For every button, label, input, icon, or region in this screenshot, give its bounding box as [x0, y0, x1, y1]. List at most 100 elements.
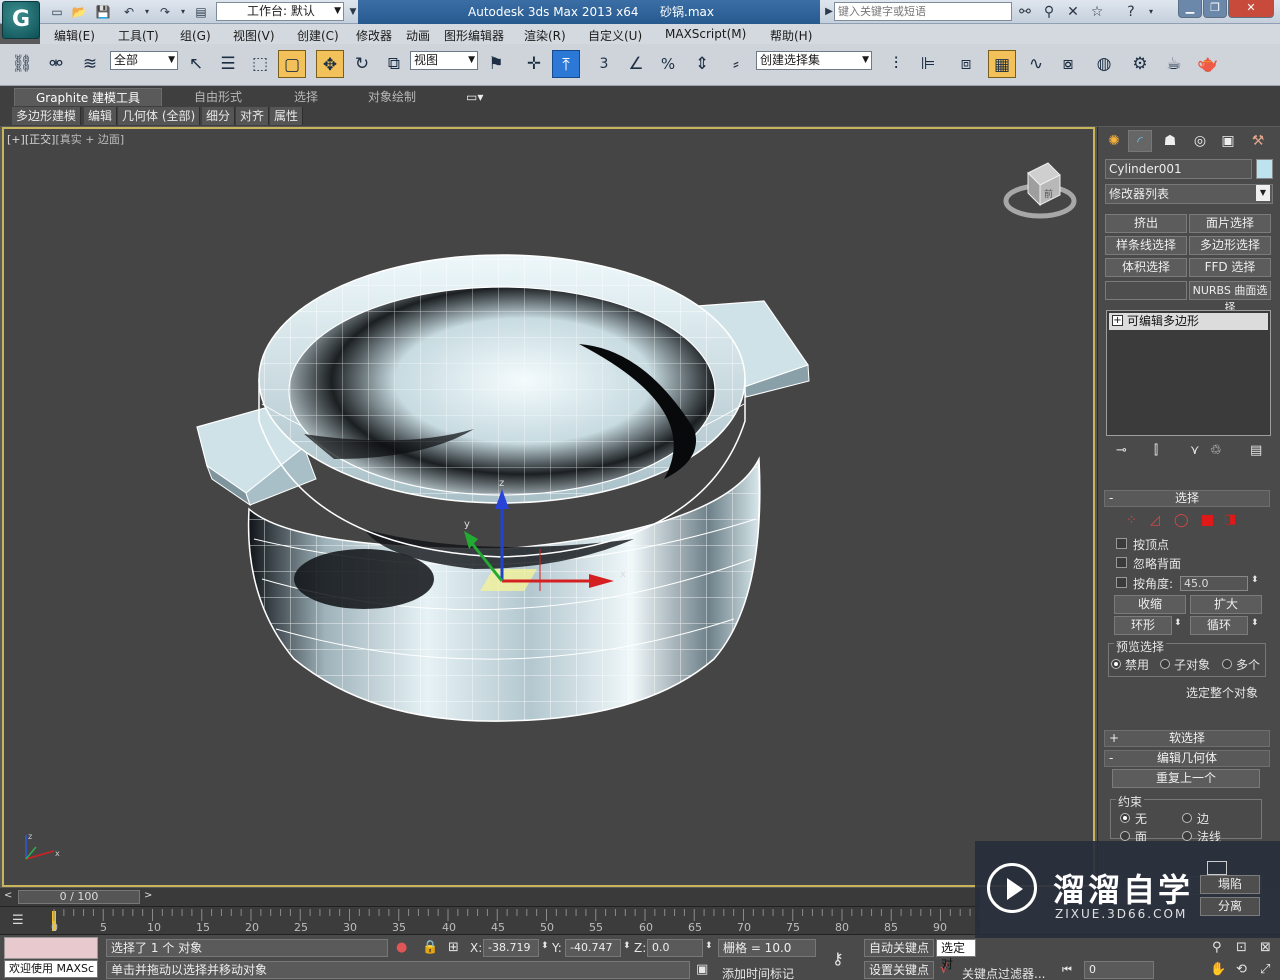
angle-snap-icon[interactable]: ∠	[622, 50, 650, 78]
detach-button[interactable]: 分离	[1200, 897, 1260, 916]
selection-filter-dropdown[interactable]: 全部 ▼	[110, 51, 178, 70]
ignore-backfacing-checkbox[interactable]	[1116, 557, 1127, 568]
material-editor-icon[interactable]: ◍	[1090, 50, 1118, 78]
volume-select-button[interactable]: 体积选择	[1105, 258, 1187, 277]
time-config-icon[interactable]: ⏮	[1062, 963, 1072, 977]
patch-select-button[interactable]: 面片选择	[1189, 214, 1271, 233]
make-unique-icon[interactable]: ⋎	[1190, 443, 1200, 458]
menu-view[interactable]: 视图(V)	[233, 27, 275, 44]
shrink-button[interactable]: 收缩	[1114, 595, 1186, 614]
help-dropdown-icon[interactable]: ▾	[1142, 3, 1160, 21]
set-key-icon[interactable]: ⚷	[832, 949, 844, 968]
constraint-none-radio[interactable]	[1120, 813, 1130, 823]
subtab-subdivision[interactable]: 细分	[202, 107, 236, 125]
set-key-button[interactable]: 设置关键点	[864, 961, 934, 979]
time-slider-thumb[interactable]: 0 / 100	[18, 890, 140, 904]
soft-selection-rollout-header[interactable]: + 软选择	[1104, 730, 1270, 747]
y-coordinate-field[interactable]: -40.747	[565, 939, 621, 957]
select-and-rotate-icon[interactable]: ↻	[348, 50, 376, 78]
menu-edit[interactable]: 编辑(E)	[54, 27, 95, 44]
edit-named-selection-icon[interactable]: ⸗	[722, 50, 750, 78]
select-by-name-icon[interactable]: ☰	[214, 50, 242, 78]
menu-graph-editors[interactable]: 图形编辑器	[444, 27, 504, 44]
ffd-select-button[interactable]: FFD 选择	[1189, 258, 1271, 277]
keyboard-shortcut-override-icon[interactable]: ⤒	[552, 50, 580, 78]
select-and-scale-icon[interactable]: ⧉	[380, 50, 408, 78]
stack-item-editable-poly[interactable]: + 可编辑多边形	[1109, 313, 1268, 330]
render-production-icon[interactable]: 🫖	[1194, 50, 1222, 78]
tab-object-paint[interactable]: 对象绘制	[368, 88, 416, 106]
motion-tab-icon[interactable]: ◎	[1188, 130, 1212, 152]
menu-group[interactable]: 组(G)	[180, 27, 211, 44]
save-icon[interactable]: 💾	[94, 3, 112, 21]
link-icon[interactable]: ⛓	[8, 50, 36, 78]
close-button[interactable]: ✕	[1228, 0, 1274, 18]
spinner-arrows-icon[interactable]: ⬍	[1251, 575, 1259, 585]
spline-select-button[interactable]: 样条线选择	[1105, 236, 1187, 255]
select-object-icon[interactable]: ↖	[182, 50, 210, 78]
ring-spinner-icon[interactable]: ⬍	[1174, 618, 1182, 628]
undo-dropdown-icon[interactable]: ▾	[138, 3, 156, 21]
view-cube[interactable]: 前	[1003, 162, 1077, 219]
schematic-view-icon[interactable]: ⧇	[1054, 50, 1082, 78]
preview-subobject-radio[interactable]	[1160, 659, 1170, 669]
percent-snap-icon[interactable]: %	[654, 50, 682, 78]
maxscript-mini-listener[interactable]: 欢迎使用 MAXSc	[4, 960, 98, 978]
select-and-move-icon[interactable]: ✥	[316, 50, 344, 78]
isolate-selection-icon[interactable]: ●	[396, 940, 407, 955]
object-name-field[interactable]: Cylinder001	[1105, 159, 1252, 179]
redo-dropdown-icon[interactable]: ▾	[174, 3, 192, 21]
expand-plus-icon[interactable]: +	[1112, 315, 1123, 326]
empty-modifier-button[interactable]	[1105, 281, 1187, 300]
zoom-all-icon[interactable]: ⊠	[1260, 940, 1271, 955]
time-tag-icon[interactable]: ▣	[696, 962, 708, 977]
grow-button[interactable]: 扩大	[1190, 595, 1262, 614]
favorites-star-icon[interactable]: ☆	[1088, 3, 1106, 21]
z-coordinate-field[interactable]: 0.0	[647, 939, 703, 957]
polygon-mode-icon[interactable]	[1202, 515, 1213, 526]
hierarchy-tab-icon[interactable]: ☗	[1158, 130, 1182, 152]
restore-button[interactable]: ❐	[1203, 0, 1227, 18]
minimize-button[interactable]: ▁	[1178, 0, 1202, 18]
remove-modifier-icon[interactable]: ♲	[1210, 443, 1222, 458]
configure-sets-icon[interactable]: ▤	[1250, 443, 1262, 458]
y-spinner-icon[interactable]: ⬍	[623, 941, 631, 951]
project-folder-icon[interactable]: ▤	[192, 3, 210, 21]
poly-select-button[interactable]: 多边形选择	[1189, 236, 1271, 255]
vertex-mode-icon[interactable]: ⁘	[1126, 513, 1137, 528]
preview-multi-radio[interactable]	[1222, 659, 1232, 669]
track-bar[interactable]: ☰ 0 5 10 15 20 25 30 35 40 45 50 55 60 6…	[0, 906, 980, 934]
collapse-button-partial[interactable]: 塌陷	[1200, 875, 1260, 894]
prev-frame-icon[interactable]: <	[4, 890, 12, 901]
snaps-toggle-icon[interactable]: 3	[590, 50, 618, 78]
maximize-viewport-icon[interactable]: ⤢	[1260, 962, 1270, 977]
rectangular-selection-icon[interactable]: ⬚	[246, 50, 274, 78]
edge-mode-icon[interactable]: ◿	[1150, 513, 1160, 528]
reference-coordinate-dropdown[interactable]: 视图 ▼	[410, 51, 478, 70]
subtab-align[interactable]: 对齐	[236, 107, 270, 125]
pin-stack-icon[interactable]: ⊸	[1116, 443, 1127, 458]
named-selection-dropdown[interactable]: 创建选择集 ▼	[756, 51, 872, 70]
by-angle-checkbox[interactable]	[1116, 577, 1127, 588]
create-tab-icon[interactable]: ✺	[1102, 130, 1126, 152]
angle-spinner[interactable]: 45.0	[1180, 576, 1248, 591]
search-input[interactable]: 键入关键字或短语	[834, 2, 1012, 21]
add-time-tag-button[interactable]: 添加时间标记	[722, 965, 794, 980]
next-frame-icon[interactable]: >	[144, 890, 152, 901]
orbit-view-icon[interactable]: ⟲	[1236, 962, 1247, 977]
repeat-last-button[interactable]: 重复上一个	[1112, 769, 1260, 788]
menu-modifiers[interactable]: 修改器	[356, 27, 392, 44]
layer-manager-icon[interactable]: ⧈	[952, 50, 980, 78]
spinner-snap-icon[interactable]: ⇕	[688, 50, 716, 78]
tab-freeform[interactable]: 自由形式	[194, 88, 242, 106]
constraint-normal-radio[interactable]	[1182, 831, 1192, 841]
selection-rollout-header[interactable]: - 选择	[1104, 490, 1270, 507]
menu-maxscript[interactable]: MAXScript(M)	[665, 27, 746, 41]
subtab-geometry-all[interactable]: 几何体 (全部)	[118, 107, 201, 125]
utilities-tab-icon[interactable]: ⚒	[1246, 130, 1270, 152]
zoom-extents-icon[interactable]: ⊡	[1236, 940, 1247, 955]
time-slider[interactable]: < 0 / 100 >	[0, 888, 980, 906]
subtab-properties[interactable]: 属性	[270, 107, 304, 125]
loop-spinner-icon[interactable]: ⬍	[1251, 618, 1259, 628]
zoom-icon[interactable]: ⚲	[1212, 940, 1222, 955]
